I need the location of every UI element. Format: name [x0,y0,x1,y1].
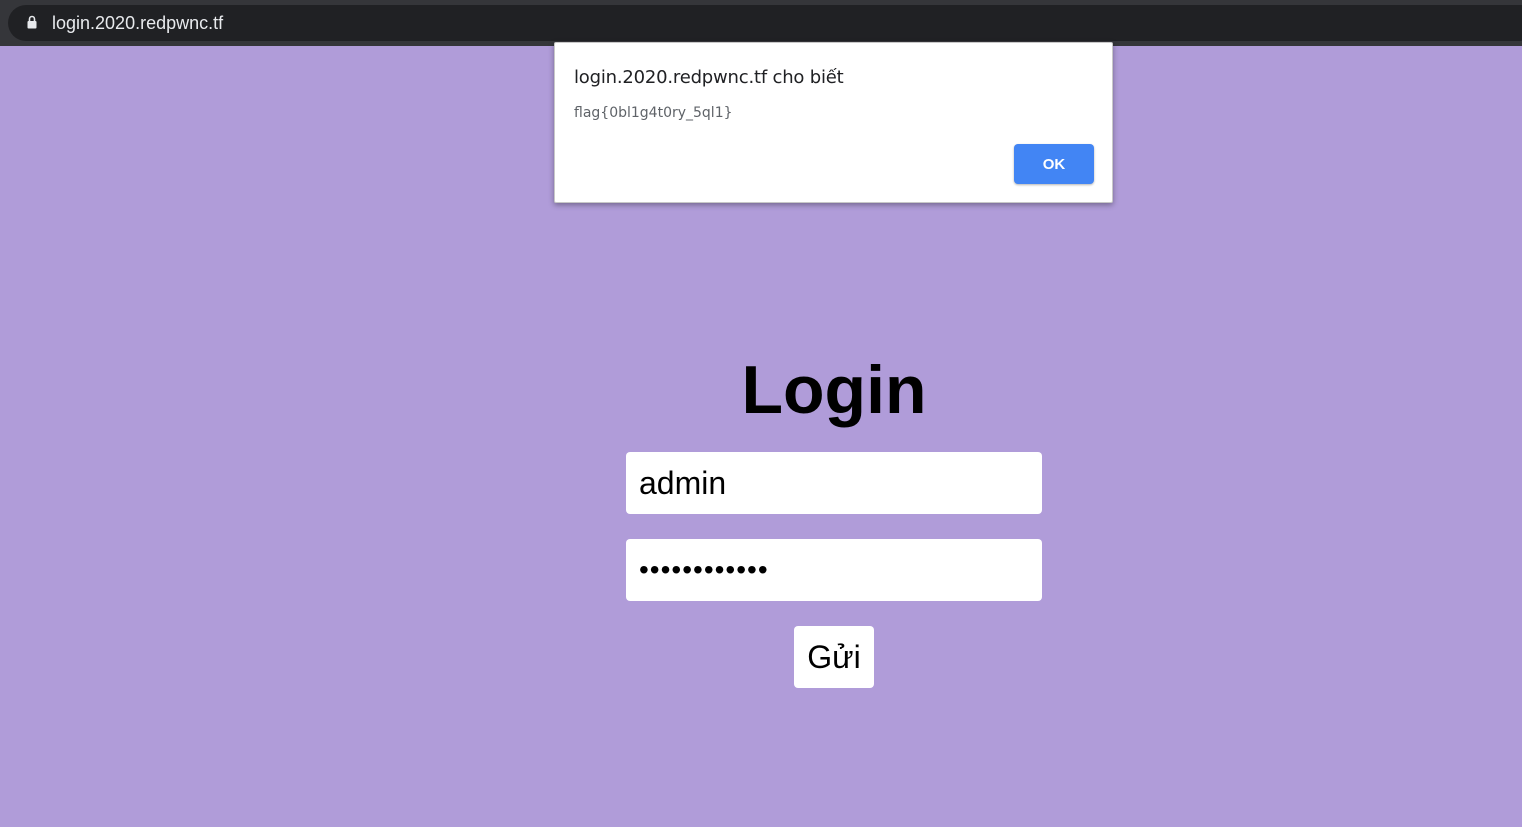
alert-message: flag{0bl1g4t0ry_5ql1} [574,105,733,121]
alert-title: login.2020.redpwnc.tf cho biết [574,67,844,88]
username-input[interactable] [626,452,1042,514]
browser-toolbar: login.2020.redpwnc.tf [0,0,1522,46]
page-title: Login [741,352,927,428]
alert-ok-button[interactable]: OK [1014,144,1094,184]
submit-button[interactable]: Gửi [794,626,874,688]
alert-dialog: login.2020.redpwnc.tf cho biết flag{0bl1… [554,42,1113,203]
url-text[interactable]: login.2020.redpwnc.tf [52,12,223,34]
lock-icon[interactable] [27,15,37,29]
password-input[interactable] [626,539,1042,601]
address-bar[interactable] [8,5,1522,41]
